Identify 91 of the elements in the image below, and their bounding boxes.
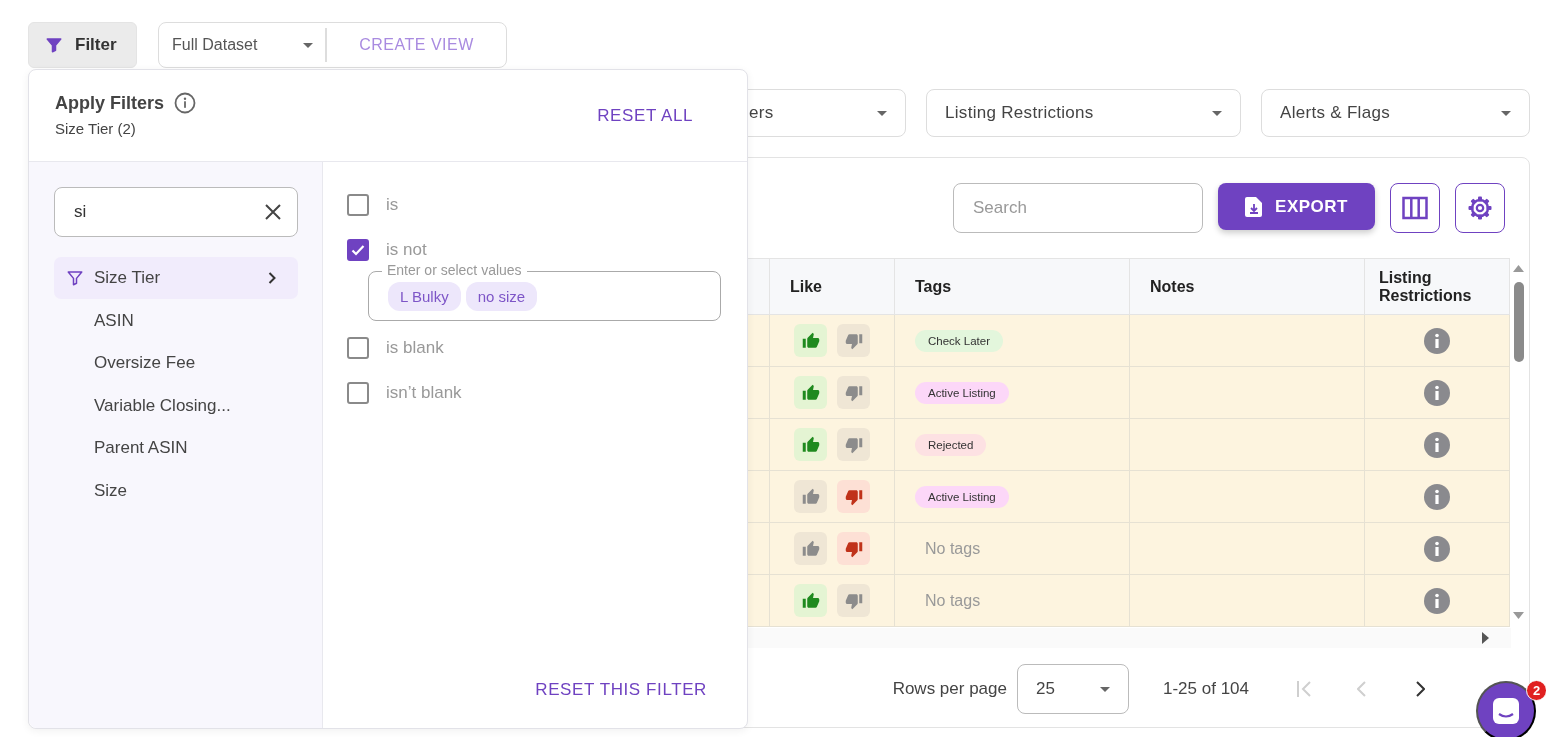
like-button[interactable] xyxy=(794,480,827,513)
filter-icon xyxy=(45,36,63,54)
empty-tags-text: No tags xyxy=(924,539,981,558)
info-icon[interactable] xyxy=(1424,535,1450,562)
chevron-right-icon xyxy=(268,272,276,284)
tag: Active Listing xyxy=(915,381,1009,404)
filter-dropdown[interactable]: Listing Restrictions xyxy=(926,89,1241,137)
thumbs-up-icon xyxy=(801,383,820,402)
scroll-right-icon[interactable] xyxy=(1482,632,1489,644)
field-item[interactable]: Oversize Fee xyxy=(54,342,298,384)
thumbs-down-icon xyxy=(844,331,863,350)
chat-icon xyxy=(1492,697,1520,725)
caret-icon xyxy=(303,42,313,48)
like-button[interactable] xyxy=(794,324,827,357)
field-search[interactable]: si xyxy=(54,187,298,237)
filter-icon xyxy=(66,269,84,287)
rows-per-page-select[interactable]: 25 xyxy=(1017,664,1129,714)
scroll-down-icon[interactable] xyxy=(1513,612,1524,619)
value-chip[interactable]: L Bulky xyxy=(388,281,461,311)
condition-label: is blank xyxy=(386,337,444,358)
like-button[interactable] xyxy=(794,584,827,617)
settings-button[interactable] xyxy=(1455,183,1505,233)
view-select[interactable]: Full Dataset xyxy=(159,28,327,62)
reset-all-button[interactable]: RESET ALL xyxy=(597,106,693,126)
tag: Check Later xyxy=(915,329,1003,352)
info-icon[interactable] xyxy=(1424,327,1450,354)
info-icon[interactable] xyxy=(174,92,197,114)
thumbs-up-icon xyxy=(801,487,820,506)
condition-label: is not xyxy=(386,239,427,260)
info-icon[interactable] xyxy=(1424,431,1450,458)
thumbs-down-icon xyxy=(844,383,863,402)
checkbox[interactable] xyxy=(347,193,369,216)
scrollbar-thumb[interactable] xyxy=(1514,282,1524,362)
like-button[interactable] xyxy=(794,428,827,461)
checkbox[interactable] xyxy=(347,238,369,261)
column-header: Listing Restrictions xyxy=(1365,258,1510,315)
reset-filter-button[interactable]: RESET THIS FILTER xyxy=(535,680,707,700)
panel-title: Apply Filters xyxy=(55,92,165,114)
columns-button[interactable] xyxy=(1390,183,1440,233)
dislike-button[interactable] xyxy=(837,480,870,513)
column-header: Tags xyxy=(895,258,1130,315)
info-icon[interactable] xyxy=(1424,587,1450,614)
page-range: 1-25 of 104 xyxy=(1163,679,1249,699)
column-header: Like xyxy=(770,258,895,315)
dislike-button[interactable] xyxy=(837,584,870,617)
field-item[interactable]: Variable Closing... xyxy=(54,384,298,427)
field-label: Enter or select values xyxy=(382,262,527,278)
caret-icon xyxy=(877,110,887,116)
export-button[interactable]: EXPORT xyxy=(1218,183,1375,230)
caret-icon xyxy=(1501,110,1511,116)
filter-dropdown[interactable]: Alerts & Flags xyxy=(1261,89,1530,137)
dislike-button[interactable] xyxy=(837,324,870,357)
notification-badge: 2 xyxy=(1526,680,1546,701)
thumbs-up-icon xyxy=(801,591,820,610)
thumbs-up-icon xyxy=(801,539,820,558)
field-item[interactable]: Parent ASIN xyxy=(54,427,298,469)
panel-subtitle: Size Tier (2) xyxy=(55,120,137,137)
checkbox[interactable] xyxy=(347,336,369,359)
tag: Active Listing xyxy=(915,485,1009,508)
column-header: Notes xyxy=(1130,258,1365,315)
like-button[interactable] xyxy=(794,532,827,565)
info-icon[interactable] xyxy=(1424,379,1450,406)
thumbs-down-icon xyxy=(844,487,863,506)
rows-per-page-label: Rows per page xyxy=(892,679,1007,699)
field-item[interactable]: Size Tier xyxy=(54,257,298,299)
field-item[interactable]: Size xyxy=(54,469,298,512)
filter-button[interactable]: Filter xyxy=(28,22,137,68)
close-icon[interactable] xyxy=(265,204,281,220)
dislike-button[interactable] xyxy=(837,376,870,409)
condition-label: is xyxy=(386,194,399,215)
thumbs-down-icon xyxy=(844,591,863,610)
tag: Rejected xyxy=(915,433,987,456)
thumbs-down-icon xyxy=(844,435,863,454)
like-button[interactable] xyxy=(794,376,827,409)
thumbs-up-icon xyxy=(801,331,820,350)
caret-icon xyxy=(1100,686,1110,692)
caret-icon xyxy=(1212,110,1222,116)
scroll-up-icon[interactable] xyxy=(1513,265,1524,272)
columns-icon xyxy=(1402,196,1428,220)
info-icon[interactable] xyxy=(1424,483,1450,510)
dislike-button[interactable] xyxy=(837,428,870,461)
file-download-icon xyxy=(1245,196,1264,217)
settings-icon xyxy=(1467,195,1493,221)
checkbox[interactable] xyxy=(347,381,369,404)
thumbs-up-icon xyxy=(801,435,820,454)
condition-label: isn’t blank xyxy=(386,382,462,403)
field-item[interactable]: ASIN xyxy=(54,299,298,342)
empty-tags-text: No tags xyxy=(924,591,981,610)
thumbs-down-icon xyxy=(844,539,863,558)
dislike-button[interactable] xyxy=(837,532,870,565)
value-chip[interactable]: no size xyxy=(465,281,538,311)
